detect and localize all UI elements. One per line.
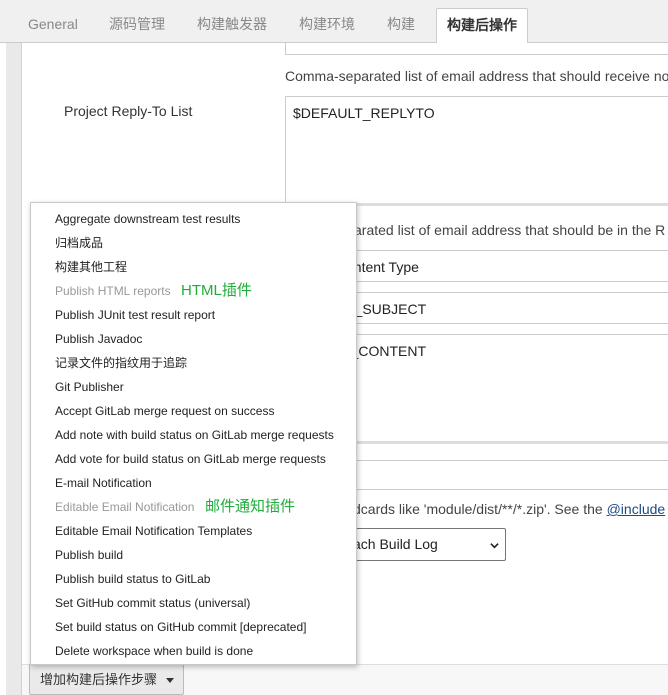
chevron-down-icon: [490, 543, 499, 549]
tab-general[interactable]: General: [16, 9, 90, 43]
menu-item: Editable Email Notification: [55, 500, 195, 514]
html-plugin-annotation: HTML插件: [181, 282, 252, 299]
add-post-build-step-label: 增加构建后操作步骤: [40, 672, 158, 687]
content-textarea[interactable]: T_CONTENT: [340, 334, 668, 444]
menu-item[interactable]: Set build status on GitHub commit [depre…: [55, 619, 306, 635]
recipient-list-field[interactable]: [285, 43, 668, 55]
menu-item[interactable]: Editable Email Notification Templates: [55, 523, 252, 539]
menu-item[interactable]: Git Publisher: [55, 379, 124, 395]
attachments-help-body: dcards like 'module/dist/**/*.zip'. See …: [353, 501, 607, 517]
recipients-help-text: Comma-separated list of email address th…: [285, 68, 668, 84]
attach-build-log-value: ach Build Log: [353, 536, 438, 552]
menu-item[interactable]: Publish Javadoc: [55, 331, 142, 347]
content-type-select[interactable]: ontent Type: [340, 250, 668, 282]
menu-item[interactable]: Aggregate downstream test results: [55, 211, 240, 227]
add-post-build-step-button[interactable]: 增加构建后操作步骤: [29, 664, 185, 695]
menu-item[interactable]: Publish build: [55, 547, 123, 563]
menu-item[interactable]: 归档成品: [55, 235, 103, 251]
menu-item: Publish HTML reports: [55, 284, 171, 298]
reply-to-help-text: arated list of email address that should…: [354, 222, 666, 238]
menu-item[interactable]: 记录文件的指纹用于追踪: [55, 355, 187, 371]
tab-build[interactable]: 构建: [375, 9, 427, 43]
menu-item[interactable]: Publish build status to GitLab: [55, 571, 210, 587]
tab-post-build-actions[interactable]: 构建后操作: [436, 8, 528, 44]
menu-item[interactable]: Add note with build status on GitLab mer…: [55, 427, 334, 443]
email-plugin-annotation: 邮件通知插件: [205, 498, 296, 515]
menu-item[interactable]: Accept GitLab merge request on success: [55, 403, 274, 419]
menu-item[interactable]: 构建其他工程: [55, 259, 127, 275]
menu-item[interactable]: Delete workspace when build is done: [55, 643, 253, 659]
tab-build-environment[interactable]: 构建环境: [287, 9, 367, 43]
menu-item[interactable]: Add vote for build status on GitLab merg…: [55, 451, 326, 467]
reply-to-textarea[interactable]: $DEFAULT_REPLYTO: [285, 96, 668, 206]
subject-input[interactable]: T_SUBJECT: [340, 292, 668, 324]
attachments-help-text: dcards like 'module/dist/**/*.zip'. See …: [353, 501, 665, 517]
attachments-input[interactable]: [340, 460, 668, 490]
menu-item[interactable]: Set GitHub commit status (universal): [55, 595, 250, 611]
menu-item[interactable]: E-mail Notification: [55, 475, 152, 491]
post-build-actions-menu: Aggregate downstream test results 归档成品构建其…: [30, 202, 357, 665]
config-tab-bar: General 源码管理 构建触发器 构建环境 构建 构建后操作: [0, 0, 668, 44]
section-gutter: [6, 43, 22, 695]
tab-build-triggers[interactable]: 构建触发器: [185, 9, 279, 43]
include-link[interactable]: @include: [607, 501, 666, 517]
dropdown-arrow-icon: [166, 678, 175, 683]
menu-item[interactable]: Publish JUnit test result report: [55, 307, 215, 323]
reply-to-label: Project Reply-To List: [64, 103, 193, 119]
tab-scm[interactable]: 源码管理: [97, 9, 177, 43]
